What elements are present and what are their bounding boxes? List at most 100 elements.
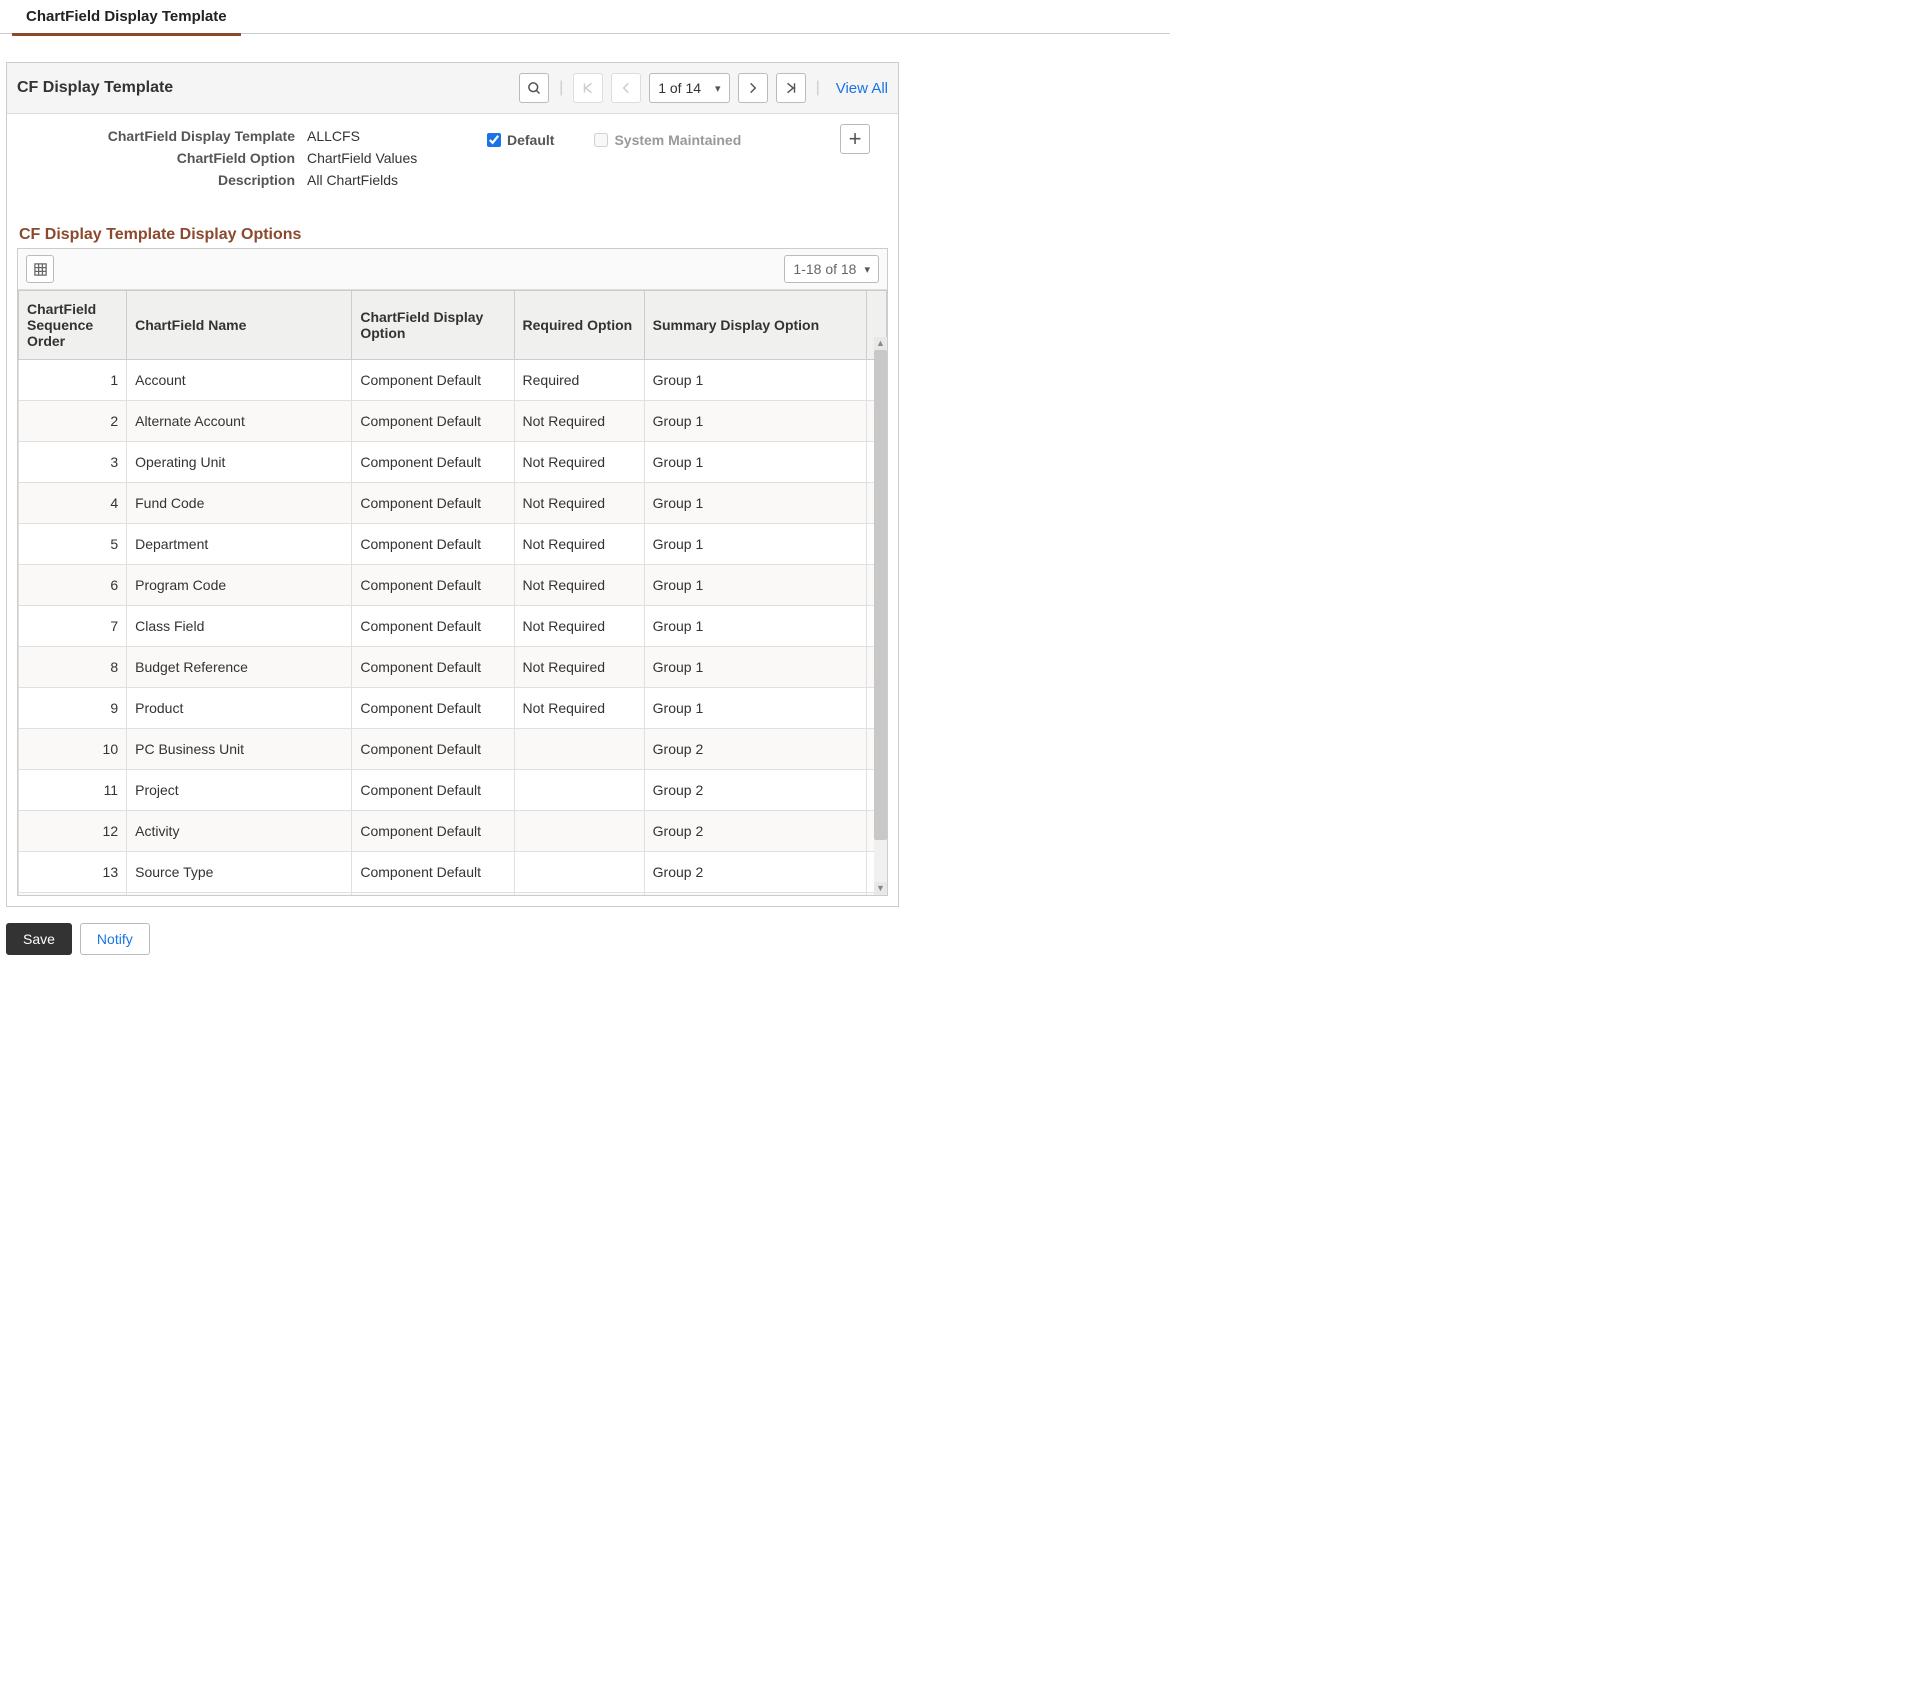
cell-summary-option: Group 2 — [644, 770, 866, 811]
divider: | — [559, 79, 563, 97]
main-panel: CF Display Template | 1 of 14 ▾ — [6, 62, 899, 907]
scrollbar-thumb[interactable] — [874, 350, 887, 840]
cell-sequence: 2 — [19, 401, 127, 442]
chevron-right-icon — [746, 81, 760, 95]
next-page-button[interactable] — [738, 73, 768, 103]
default-checkbox[interactable] — [487, 133, 501, 147]
col-header-chartfield-name[interactable]: ChartField Name — [127, 291, 352, 360]
cell-summary-option: Group 2 — [644, 893, 866, 896]
table-row: 8Budget ReferenceComponent DefaultNot Re… — [19, 647, 887, 688]
table-row: 3Operating UnitComponent DefaultNot Requ… — [19, 442, 887, 483]
cell-name: Class Field — [127, 606, 352, 647]
col-header-summary-display-option[interactable]: Summary Display Option — [644, 291, 866, 360]
cell-required-option: Not Required — [514, 565, 644, 606]
cell-required-option: Not Required — [514, 401, 644, 442]
system-maintained-label: System Maintained — [614, 132, 741, 148]
col-header-required-option[interactable]: Required Option — [514, 291, 644, 360]
cell-sequence: 14 — [19, 893, 127, 896]
cell-sequence: 10 — [19, 729, 127, 770]
scroll-down-arrow[interactable]: ▼ — [874, 882, 887, 895]
cell-name: Category — [127, 893, 352, 896]
cell-summary-option: Group 2 — [644, 852, 866, 893]
add-row-button[interactable]: + — [840, 124, 870, 154]
first-page-button[interactable] — [573, 73, 603, 103]
cell-name: Fund Code — [127, 483, 352, 524]
cell-display-option: Component Default — [352, 647, 514, 688]
last-page-button[interactable] — [776, 73, 806, 103]
cell-display-option: Component Default — [352, 770, 514, 811]
cell-sequence: 4 — [19, 483, 127, 524]
table-row: 7Class FieldComponent DefaultNot Require… — [19, 606, 887, 647]
chevron-down-icon: ▾ — [864, 263, 870, 276]
search-button[interactable] — [519, 73, 549, 103]
cell-summary-option: Group 1 — [644, 483, 866, 524]
cell-required-option — [514, 893, 644, 896]
cell-display-option: Component Default — [352, 811, 514, 852]
table-row: 5DepartmentComponent DefaultNot Required… — [19, 524, 887, 565]
cell-required-option: Not Required — [514, 442, 644, 483]
col-header-sequence-order[interactable]: ChartField Sequence Order — [19, 291, 127, 360]
table-row: 9ProductComponent DefaultNot RequiredGro… — [19, 688, 887, 729]
table-row: 11ProjectComponent Default Group 2 — [19, 770, 887, 811]
row-range-text: 1-18 of 18 — [793, 261, 856, 277]
table-row: 4Fund CodeComponent DefaultNot RequiredG… — [19, 483, 887, 524]
description-label: Description — [17, 172, 307, 188]
tab-chartfield-display-template[interactable]: ChartField Display Template — [12, 0, 241, 36]
cell-required-option — [514, 811, 644, 852]
cell-name: Project — [127, 770, 352, 811]
cell-required-option: Not Required — [514, 483, 644, 524]
cell-sequence: 11 — [19, 770, 127, 811]
cell-required-option — [514, 770, 644, 811]
notify-button[interactable]: Notify — [80, 923, 150, 955]
cell-summary-option: Group 2 — [644, 811, 866, 852]
prev-page-button[interactable] — [611, 73, 641, 103]
cell-name: Program Code — [127, 565, 352, 606]
view-all-link[interactable]: View All — [836, 80, 888, 97]
last-page-icon — [784, 81, 798, 95]
cell-summary-option: Group 1 — [644, 524, 866, 565]
scrollbar-track[interactable] — [874, 350, 887, 895]
cell-display-option: Component Default — [352, 565, 514, 606]
cell-required-option — [514, 729, 644, 770]
cell-display-option: Component Default — [352, 893, 514, 896]
scroll-up-arrow[interactable]: ▲ — [874, 337, 887, 350]
grid-options-icon — [33, 262, 48, 277]
grid-options-button[interactable] — [26, 255, 54, 283]
cell-required-option: Not Required — [514, 688, 644, 729]
cell-name: Alternate Account — [127, 401, 352, 442]
cell-sequence: 6 — [19, 565, 127, 606]
cell-name: Operating Unit — [127, 442, 352, 483]
panel-header: CF Display Template | 1 of 14 ▾ — [7, 63, 898, 114]
first-page-icon — [581, 81, 595, 95]
cell-name: Product — [127, 688, 352, 729]
panel-title: CF Display Template — [17, 79, 173, 97]
chevron-left-icon — [619, 81, 633, 95]
cell-name: Account — [127, 360, 352, 401]
grid: 1-18 of 18 ▾ ChartField Sequence Order C… — [17, 248, 888, 896]
cell-name: Activity — [127, 811, 352, 852]
cell-summary-option: Group 1 — [644, 647, 866, 688]
default-checkbox-label: Default — [507, 132, 554, 148]
cell-display-option: Component Default — [352, 729, 514, 770]
pager-select[interactable]: 1 of 14 ▾ — [649, 73, 729, 103]
cell-display-option: Component Default — [352, 524, 514, 565]
section-title: CF Display Template Display Options — [19, 226, 888, 244]
save-button[interactable]: Save — [6, 923, 72, 955]
cell-sequence: 13 — [19, 852, 127, 893]
cell-summary-option: Group 1 — [644, 565, 866, 606]
system-maintained-checkbox[interactable] — [594, 133, 608, 147]
table-row: 13Source TypeComponent DefaultGroup 2 — [19, 852, 887, 893]
cell-name: Department — [127, 524, 352, 565]
cell-display-option: Component Default — [352, 360, 514, 401]
col-header-display-option[interactable]: ChartField Display Option — [352, 291, 514, 360]
chevron-down-icon: ▾ — [715, 82, 721, 95]
cell-summary-option: Group 1 — [644, 401, 866, 442]
divider: | — [816, 79, 820, 97]
option-label: ChartField Option — [17, 150, 307, 166]
template-value: ALLCFS — [307, 128, 360, 144]
cell-required-option — [514, 852, 644, 893]
row-range-select[interactable]: 1-18 of 18 ▾ — [784, 255, 879, 283]
cell-display-option: Component Default — [352, 688, 514, 729]
description-value: All ChartFields — [307, 172, 398, 188]
cell-summary-option: Group 1 — [644, 360, 866, 401]
